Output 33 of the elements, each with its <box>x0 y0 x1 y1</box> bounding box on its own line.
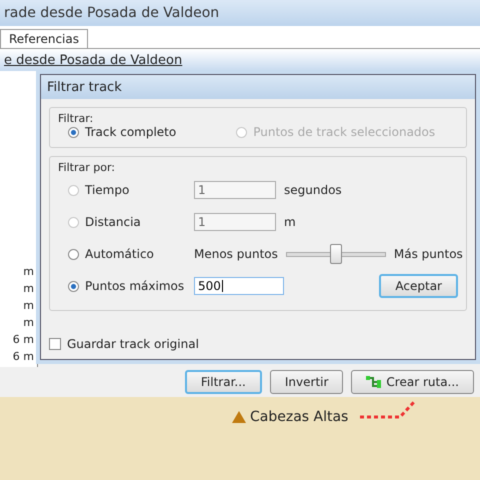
distance-cell: m <box>23 299 34 312</box>
unit-label: m <box>284 215 296 229</box>
slider-max-label: Más puntos <box>394 247 463 261</box>
slider-track[interactable] <box>286 244 386 264</box>
window-title: rade desde Posada de Valdeon <box>4 5 220 21</box>
radio-label[interactable]: Track completo <box>85 125 176 139</box>
group-label: Filtrar: <box>58 112 94 125</box>
distance-cell: 6 m <box>12 333 34 346</box>
dialog-title: Filtrar track <box>47 80 122 94</box>
radio-button[interactable] <box>68 280 79 292</box>
distance-cell: m <box>23 282 34 295</box>
toolbar-button[interactable]: Filtrar... <box>184 370 262 394</box>
radio-button[interactable] <box>68 126 79 138</box>
checkbox[interactable] <box>49 338 61 350</box>
input-field[interactable]: 500 <box>194 277 284 295</box>
slider-thumb[interactable] <box>330 244 342 264</box>
unit-label: segundos <box>284 183 342 197</box>
slider-min-label: Menos puntos <box>194 247 278 261</box>
distance-cell: m <box>23 265 34 278</box>
create-route-button[interactable]: Crear ruta... <box>351 370 474 394</box>
peak-icon <box>232 411 246 423</box>
toolbar-button[interactable]: Invertir <box>270 370 344 394</box>
distance-cell: m <box>23 316 34 329</box>
radio-label[interactable]: Automático <box>85 247 154 261</box>
tab[interactable]: Referencias <box>0 29 88 48</box>
radio-button[interactable] <box>68 248 79 260</box>
distance-cell: 6 m <box>12 350 34 363</box>
accept-button[interactable]: Aceptar <box>379 274 458 298</box>
map-place-label: Cabezas Altas <box>250 409 348 425</box>
group-label: Filtrar por: <box>58 161 116 174</box>
route-icon <box>366 375 382 389</box>
radio-label[interactable]: Puntos máximos <box>85 279 184 293</box>
checkbox-label[interactable]: Guardar track original <box>67 337 199 351</box>
